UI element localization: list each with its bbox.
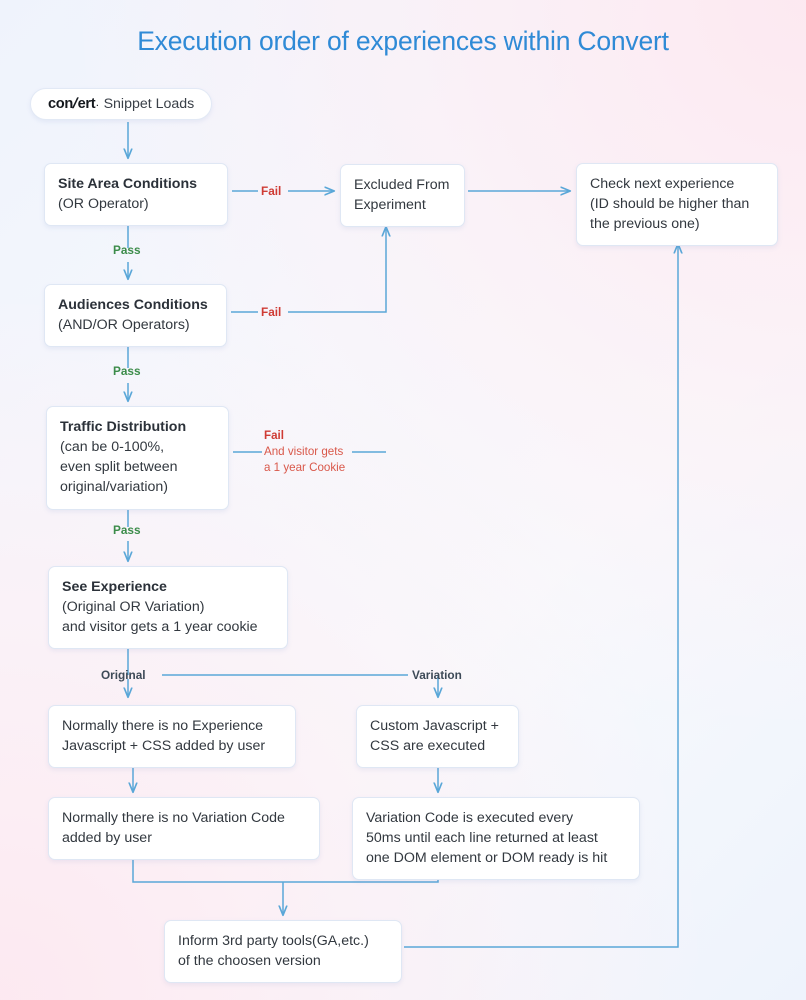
node-variation-code-line3: one DOM element or DOM ready is hit — [366, 850, 608, 867]
edge-label-fail-traffic: Fail And visitor gets a 1 year Cookie — [264, 428, 345, 476]
edge-label-variation: Variation — [412, 668, 462, 682]
edge-label-fail-traffic-bold: Fail — [264, 429, 284, 442]
node-variation-code-execution[interactable]: Variation Code is executed every 50ms un… — [352, 797, 640, 881]
edge-label-fail-traffic-line2: And visitor gets — [264, 444, 344, 458]
node-traffic-line3: original/variation) — [60, 479, 169, 496]
node-check-next-line3: the previous one) — [590, 216, 700, 233]
node-excluded-line1: Excluded From — [354, 177, 450, 193]
node-check-next-line1: Check next experience — [590, 176, 735, 192]
edge-label-original: Original — [101, 668, 146, 682]
node-traffic-distribution[interactable]: Traffic Distribution (can be 0-100%, eve… — [46, 406, 229, 510]
node-original-code-line1: Normally there is no Variation Code — [62, 810, 285, 826]
edge-label-pass-audiences: Pass — [113, 364, 141, 378]
edge-label-fail-audiences: Fail — [261, 305, 282, 319]
node-inform-line1: Inform 3rd party tools(GA,etc.) — [178, 933, 369, 949]
node-site-area-conditions-line1: (OR Operator) — [58, 196, 149, 213]
node-variation-code-line2: 50ms until each line returned at least — [366, 830, 598, 847]
node-inform-line2: of the choosen version — [178, 953, 321, 970]
edge-label-fail-site-area: Fail — [261, 184, 282, 198]
node-site-area-conditions-head: Site Area Conditions — [58, 176, 197, 192]
node-see-experience[interactable]: See Experience (Original OR Variation) a… — [48, 566, 288, 650]
node-excluded-line2: Experiment — [354, 197, 426, 214]
node-check-next-experience[interactable]: Check next experience (ID should be high… — [576, 163, 778, 247]
node-audiences-line1: (AND/OR Operators) — [58, 317, 190, 334]
node-original-no-variation-code[interactable]: Normally there is no Variation Code adde… — [48, 797, 320, 861]
node-audiences-conditions[interactable]: Audiences Conditions (AND/OR Operators) — [44, 284, 227, 348]
node-original-js-line2: Javascript + CSS added by user — [62, 738, 266, 755]
node-check-next-line2: (ID should be higher than — [590, 196, 750, 213]
edge-label-pass-traffic: Pass — [113, 523, 141, 537]
node-variation-code-line1: Variation Code is executed every — [366, 810, 574, 826]
node-see-experience-head: See Experience — [62, 579, 167, 595]
node-traffic-head: Traffic Distribution — [60, 419, 187, 435]
node-excluded-from-experiment[interactable]: Excluded From Experiment — [340, 164, 465, 228]
edge-label-fail-traffic-line3: a 1 year Cookie — [264, 460, 346, 474]
diagram-canvas: Execution order of experiences within Co… — [0, 0, 806, 1000]
node-see-experience-line2: and visitor gets a 1 year cookie — [62, 619, 258, 636]
node-snippet-loads[interactable]: con / ert · Snippet Loads — [30, 88, 213, 120]
node-traffic-line2: even split between — [60, 459, 178, 476]
node-audiences-head: Audiences Conditions — [58, 297, 208, 313]
node-see-experience-line1: (Original OR Variation) — [62, 599, 205, 616]
node-variation-js-line2: CSS are executed — [370, 738, 486, 755]
node-original-code-line2: added by user — [62, 830, 152, 847]
node-site-area-conditions[interactable]: Site Area Conditions (OR Operator) — [44, 163, 228, 227]
page-title: Execution order of experiences within Co… — [137, 26, 669, 56]
node-traffic-line1: (can be 0-100%, — [60, 439, 165, 456]
node-original-js-line1: Normally there is no Experience — [62, 718, 264, 734]
node-inform-third-party-tools[interactable]: Inform 3rd party tools(GA,etc.) of the c… — [164, 920, 402, 984]
node-snippet-loads-label: Snippet Loads — [103, 96, 195, 112]
convert-logo-icon: con / ert · — [48, 96, 99, 112]
node-original-no-experience-js[interactable]: Normally there is no Experience Javascri… — [48, 705, 296, 769]
node-variation-custom-js[interactable]: Custom Javascript + CSS are executed — [356, 705, 519, 769]
node-variation-js-line1: Custom Javascript + — [370, 718, 499, 734]
edge-label-pass-site-area: Pass — [113, 243, 141, 257]
